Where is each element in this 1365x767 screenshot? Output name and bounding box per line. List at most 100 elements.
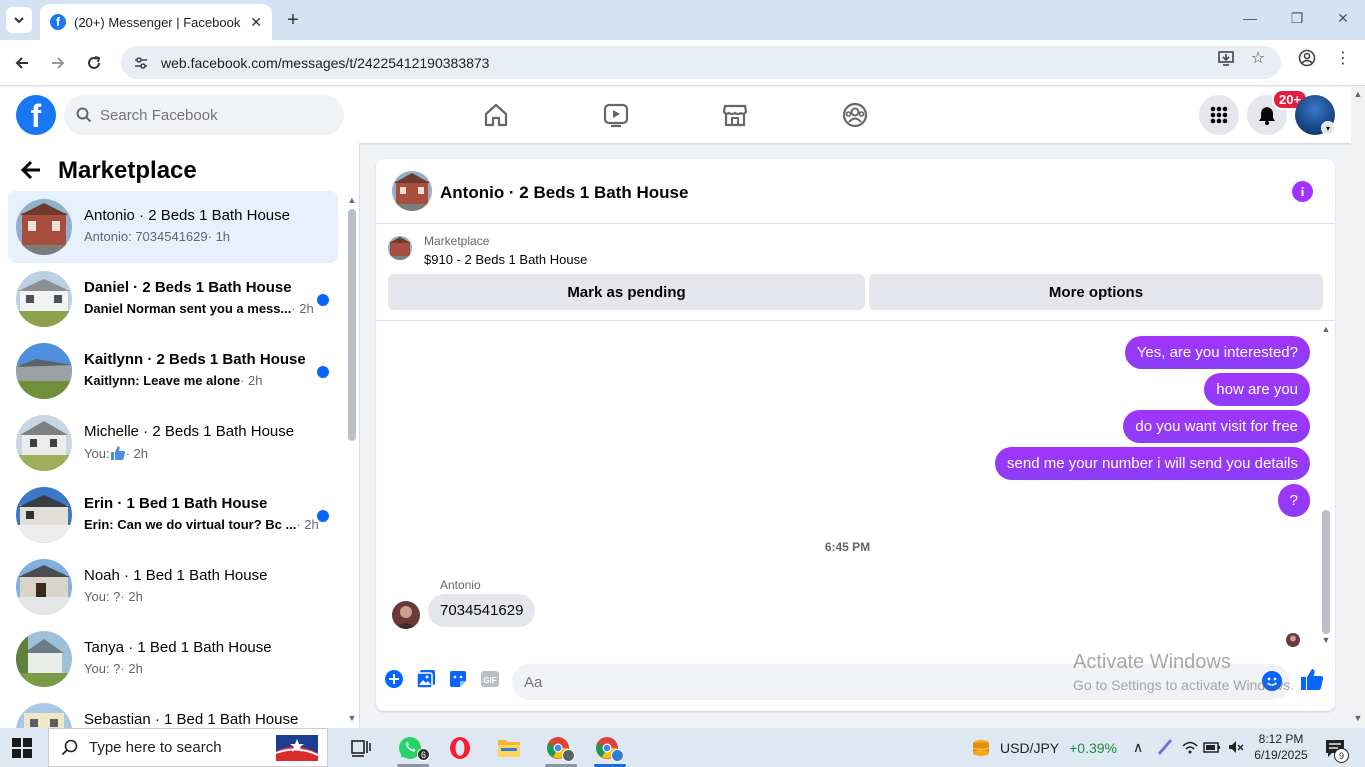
scroll-up-icon[interactable]: ▲ bbox=[1321, 324, 1331, 334]
currency-ticker-widget[interactable]: USD/JPY +0.39% bbox=[970, 737, 1117, 759]
notification-count-badge: 9 bbox=[1334, 748, 1349, 763]
conversation-item[interactable]: Noah · 1 Bed 1 Bath House You: ? · 2h bbox=[8, 551, 338, 623]
battery-icon[interactable] bbox=[1203, 738, 1221, 759]
conversation-item[interactable]: Tanya · 1 Bed 1 Bath House You: ? · 2h bbox=[8, 623, 338, 695]
close-window-icon[interactable]: ✕ bbox=[1333, 10, 1353, 27]
sticker-icon[interactable] bbox=[448, 669, 468, 689]
restore-icon[interactable]: ❐ bbox=[1287, 10, 1307, 27]
outgoing-message[interactable]: ? bbox=[1277, 484, 1310, 517]
listing-avatar[interactable] bbox=[392, 171, 432, 211]
listing-thumbnail bbox=[16, 343, 72, 399]
file-explorer-icon[interactable] bbox=[496, 735, 522, 761]
page-scrollbar[interactable]: ▲ ▼ bbox=[1351, 87, 1365, 728]
conversation-item[interactable]: Daniel · 2 Beds 1 Bath House Daniel Norm… bbox=[8, 263, 338, 335]
conversation-item[interactable]: Michelle · 2 Beds 1 Bath House You: · 2h bbox=[8, 407, 338, 479]
scrollbar-thumb[interactable] bbox=[348, 209, 356, 441]
chrome-profile-badge bbox=[562, 749, 575, 762]
search-icon bbox=[61, 739, 78, 755]
ticker-change: +0.39% bbox=[1069, 740, 1117, 756]
site-info-icon[interactable] bbox=[133, 55, 149, 71]
facebook-search[interactable] bbox=[64, 95, 344, 135]
url-text: web.facebook.com/messages/t/242254121903… bbox=[161, 54, 490, 71]
incoming-message[interactable]: 7034541629 bbox=[428, 594, 536, 627]
listing-thumbnail bbox=[16, 559, 72, 615]
home-icon[interactable] bbox=[482, 101, 510, 129]
outgoing-message[interactable]: how are you bbox=[1204, 373, 1310, 406]
scrollbar-thumb[interactable] bbox=[1322, 510, 1330, 634]
scroll-down-icon[interactable]: ▼ bbox=[1321, 635, 1331, 645]
minimize-icon[interactable]: — bbox=[1240, 10, 1260, 26]
account-chevron-icon[interactable]: ▾ bbox=[1321, 121, 1335, 135]
conversation-item[interactable]: Erin · 1 Bed 1 Bath House Erin: Can we d… bbox=[8, 479, 338, 551]
conversation-preview: You: ? · 2h bbox=[84, 661, 143, 676]
address-bar[interactable]: web.facebook.com/messages/t/242254121903… bbox=[121, 46, 1281, 79]
task-view-icon[interactable] bbox=[348, 735, 374, 761]
mark-as-pending-button[interactable]: Mark as pending bbox=[388, 274, 865, 310]
message-thread: Yes, are you interested? how are you do … bbox=[376, 322, 1335, 652]
search-icon bbox=[76, 107, 92, 123]
listing-title[interactable]: $910 - 2 Beds 1 Bath House bbox=[424, 252, 587, 267]
back-arrow-icon[interactable] bbox=[20, 159, 44, 183]
groups-icon[interactable] bbox=[841, 101, 869, 129]
new-tab-button[interactable]: + bbox=[282, 9, 304, 31]
menu-grid-button[interactable] bbox=[1199, 95, 1239, 135]
pen-tray-icon[interactable] bbox=[1155, 736, 1175, 759]
bell-icon bbox=[1259, 107, 1275, 125]
windows-start-icon[interactable] bbox=[12, 738, 32, 758]
panel-header: Marketplace bbox=[20, 157, 197, 185]
back-arrow-icon bbox=[15, 57, 28, 69]
system-clock[interactable]: 8:12 PM 6/19/2025 bbox=[1250, 731, 1312, 763]
thumbs-up-send-icon[interactable] bbox=[1300, 667, 1324, 691]
outgoing-message[interactable]: do you want visit for free bbox=[1123, 410, 1310, 443]
outgoing-message[interactable]: send me your number i will send you deta… bbox=[995, 447, 1310, 480]
outgoing-message[interactable]: Yes, are you interested? bbox=[1124, 336, 1310, 369]
marketplace-icon[interactable] bbox=[721, 101, 749, 129]
back-button[interactable] bbox=[11, 52, 33, 74]
message-thread-scrollbar[interactable]: ▲ ▼ bbox=[1320, 324, 1332, 649]
opera-icon[interactable] bbox=[447, 735, 473, 761]
chat-title[interactable]: Antonio · 2 Beds 1 Bath House bbox=[440, 183, 688, 203]
conversation-preview: Kaitlynn: Leave me alone · 2h bbox=[84, 373, 263, 388]
conversation-item[interactable]: Sebastian · 1 Bed 1 Bath House bbox=[8, 695, 338, 728]
conversation-item[interactable]: Kaitlynn · 2 Beds 1 Bath House Kaitlynn:… bbox=[8, 335, 338, 407]
scroll-down-icon[interactable]: ▼ bbox=[347, 713, 357, 723]
browser-tab[interactable]: f (20+) Messenger | Facebook ✕ bbox=[40, 4, 272, 40]
facebook-logo-icon[interactable]: f bbox=[16, 95, 56, 135]
reload-icon bbox=[88, 56, 101, 69]
chat-header: Antonio · 2 Beds 1 Bath House i bbox=[376, 159, 1335, 224]
browser-menu-icon[interactable]: ⋮ bbox=[1333, 48, 1353, 68]
search-input[interactable] bbox=[100, 106, 320, 124]
conversation-title: Antonio · 2 Beds 1 Bath House bbox=[84, 207, 290, 224]
scroll-up-icon[interactable]: ▲ bbox=[1353, 89, 1363, 99]
profile-icon[interactable] bbox=[1297, 48, 1317, 68]
gif-icon[interactable]: GIF bbox=[480, 669, 500, 689]
tab-search-button[interactable] bbox=[6, 7, 32, 33]
sender-avatar[interactable] bbox=[392, 601, 420, 629]
conversation-preview: You: · 2h bbox=[84, 445, 148, 461]
more-options-button[interactable]: More options bbox=[869, 274, 1323, 310]
volume-muted-icon[interactable] bbox=[1227, 738, 1245, 759]
close-tab-icon[interactable]: ✕ bbox=[250, 14, 262, 31]
scroll-down-icon[interactable]: ▼ bbox=[1353, 713, 1363, 723]
conversation-title: Michelle · 2 Beds 1 Bath House bbox=[84, 423, 295, 440]
sender-name: Antonio bbox=[440, 578, 481, 592]
message-timestamp: 6:45 PM bbox=[824, 540, 871, 554]
thumbs-up-icon bbox=[110, 446, 125, 460]
install-app-icon[interactable] bbox=[1216, 48, 1236, 68]
plus-circle-icon[interactable] bbox=[384, 669, 404, 689]
network-icon[interactable] bbox=[1181, 738, 1199, 759]
chevron-down-icon bbox=[14, 17, 24, 24]
whatsapp-badge: 6 bbox=[417, 748, 430, 761]
show-hidden-icons-chevron-icon[interactable]: ∧ bbox=[1133, 739, 1143, 756]
search-highlight-flag-icon[interactable] bbox=[272, 731, 322, 764]
bookmark-star-icon[interactable]: ☆ bbox=[1248, 48, 1268, 68]
video-icon[interactable] bbox=[602, 101, 630, 129]
scroll-up-icon[interactable]: ▲ bbox=[347, 195, 357, 205]
conversation-list-scrollbar[interactable]: ▲ ▼ bbox=[346, 195, 358, 725]
conversation-item[interactable]: Antonio · 2 Beds 1 Bath House Antonio: 7… bbox=[8, 191, 338, 263]
info-icon[interactable]: i bbox=[1292, 181, 1313, 202]
reload-button[interactable] bbox=[83, 52, 105, 74]
panel-title: Marketplace bbox=[58, 157, 197, 184]
photo-icon[interactable] bbox=[416, 669, 436, 689]
forward-button[interactable] bbox=[47, 52, 69, 74]
